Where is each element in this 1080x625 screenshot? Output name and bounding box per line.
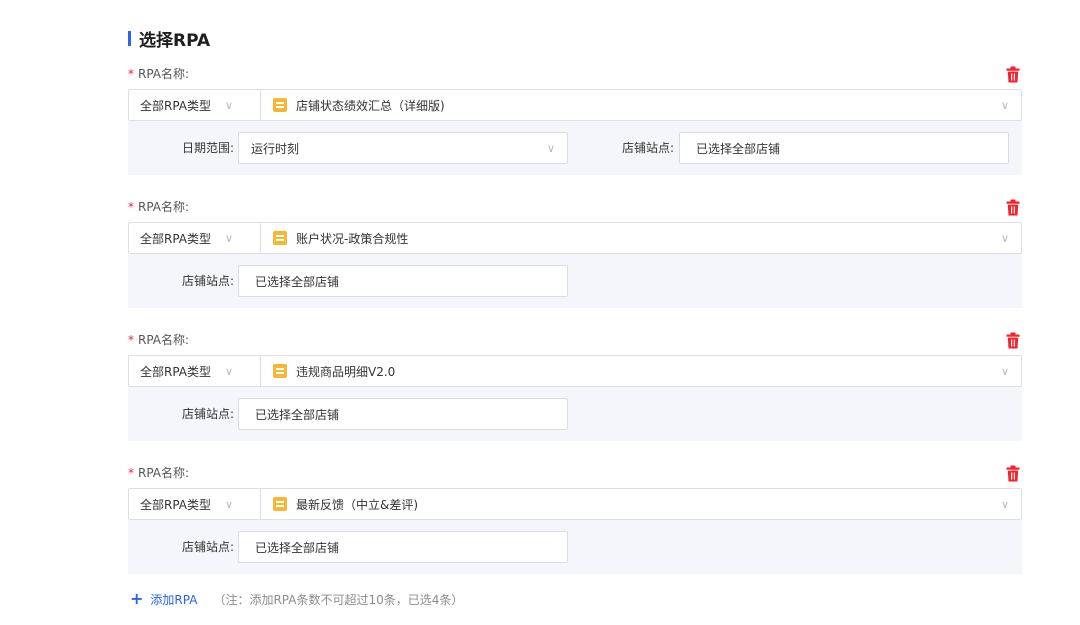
chevron-down-icon: ∨ — [1000, 98, 1009, 112]
chevron-down-icon: ∨ — [225, 364, 234, 378]
store-site-label: 店铺站点: — [621, 141, 674, 155]
section-title-text: 选择RPA — [139, 30, 211, 51]
rpa-type-select[interactable]: 全部RPA类型 ∨ — [129, 90, 261, 120]
rpa-name-label: * RPA名称: — [128, 67, 190, 81]
rpa-params-panel: 店铺站点: 已选择全部店铺 — [128, 254, 1022, 308]
store-site-input[interactable]: 已选择全部店铺 — [238, 398, 568, 430]
trash-icon[interactable] — [1006, 199, 1020, 216]
trash-icon[interactable] — [1006, 66, 1020, 83]
store-site-input[interactable]: 已选择全部店铺 — [679, 132, 1009, 164]
rpa-name-select[interactable]: 违规商品明细V2.0 ∨ — [261, 356, 1021, 386]
rpa-params-panel: 店铺站点: 已选择全部店铺 — [128, 520, 1022, 574]
rpa-selector: 全部RPA类型 ∨ 违规商品明细V2.0 ∨ — [128, 355, 1022, 387]
required-asterisk: * — [128, 200, 134, 214]
store-site-input[interactable]: 已选择全部店铺 — [238, 531, 568, 563]
rpa-type-select[interactable]: 全部RPA类型 ∨ — [129, 223, 261, 253]
rpa-type-select[interactable]: 全部RPA类型 ∨ — [129, 356, 261, 386]
chevron-down-icon: ∨ — [1000, 364, 1009, 378]
trash-icon[interactable] — [1006, 332, 1020, 349]
rpa-type-select[interactable]: 全部RPA类型 ∨ — [129, 489, 261, 519]
store-site-label: 店铺站点: — [181, 274, 234, 288]
rpa-params-panel: 日期范围: 运行时刻 ∨ 店铺站点: 已选择全部店铺 — [128, 121, 1022, 175]
required-asterisk: * — [128, 333, 134, 347]
rpa-doc-icon — [273, 364, 287, 378]
chevron-down-icon: ∨ — [1000, 497, 1009, 511]
add-rpa-row: + 添加RPA （注：添加RPA条数不可超过10条，已选4条） — [130, 590, 463, 608]
required-asterisk: * — [128, 67, 134, 81]
rpa-item: * RPA名称: 全部RPA类型 ∨ 店铺状态绩效汇总（详细版) ∨ 日期范围: 运行… — [128, 66, 1022, 176]
add-rpa-note: （注：添加RPA条数不可超过10条，已选4条） — [213, 592, 464, 607]
rpa-selector: 全部RPA类型 ∨ 账户状况-政策合规性 ∨ — [128, 222, 1022, 254]
rpa-selector: 全部RPA类型 ∨ 店铺状态绩效汇总（详细版) ∨ — [128, 89, 1022, 121]
rpa-name-label: * RPA名称: — [128, 200, 190, 214]
rpa-params-panel: 店铺站点: 已选择全部店铺 — [128, 387, 1022, 441]
rpa-name-select[interactable]: 账户状况-政策合规性 ∨ — [261, 223, 1021, 253]
store-site-label: 店铺站点: — [181, 540, 234, 554]
plus-icon: + — [130, 589, 144, 608]
date-range-select[interactable]: 运行时刻 ∨ — [238, 132, 568, 164]
rpa-doc-icon — [273, 231, 287, 245]
rpa-doc-icon — [273, 497, 287, 511]
section-title: 选择RPA — [128, 27, 211, 51]
chevron-down-icon: ∨ — [225, 98, 234, 112]
date-range-label: 日期范围: — [181, 141, 234, 155]
chevron-down-icon: ∨ — [1000, 231, 1009, 245]
rpa-selector: 全部RPA类型 ∨ 最新反馈（中立&差评) ∨ — [128, 488, 1022, 520]
add-rpa-button[interactable]: + 添加RPA — [130, 591, 197, 608]
store-site-label: 店铺站点: — [181, 407, 234, 421]
rpa-name-select[interactable]: 店铺状态绩效汇总（详细版) ∨ — [261, 90, 1021, 120]
chevron-down-icon: ∨ — [225, 497, 234, 511]
trash-icon[interactable] — [1006, 465, 1020, 482]
rpa-item: * RPA名称: 全部RPA类型 ∨ 账户状况-政策合规性 ∨ 店铺站点: 已选择全部… — [128, 199, 1022, 309]
chevron-down-icon: ∨ — [546, 141, 555, 155]
rpa-name-label: * RPA名称: — [128, 333, 190, 347]
title-accent-bar — [128, 30, 131, 46]
chevron-down-icon: ∨ — [225, 231, 234, 245]
rpa-name-select[interactable]: 最新反馈（中立&差评) ∨ — [261, 489, 1021, 519]
rpa-doc-icon — [273, 98, 287, 112]
required-asterisk: * — [128, 466, 134, 480]
rpa-item: * RPA名称: 全部RPA类型 ∨ 违规商品明细V2.0 ∨ 店铺站点: 已选择全部… — [128, 332, 1022, 442]
rpa-name-label: * RPA名称: — [128, 466, 190, 480]
rpa-item: * RPA名称: 全部RPA类型 ∨ 最新反馈（中立&差评) ∨ 店铺站点: 已选择全… — [128, 465, 1022, 575]
store-site-input[interactable]: 已选择全部店铺 — [238, 265, 568, 297]
